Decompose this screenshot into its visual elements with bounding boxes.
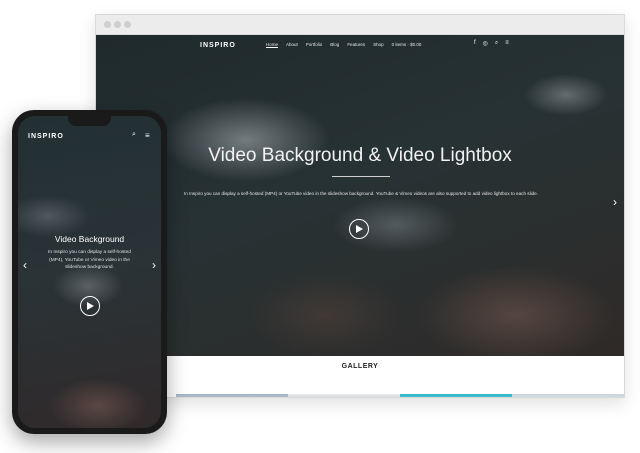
facebook-icon[interactable]: f — [474, 40, 476, 47]
mobile-hero-title: Video Background — [54, 234, 125, 244]
desktop-nav-links: Home About Portfolio Blog Features Shop … — [266, 42, 421, 48]
browser-titlebar — [96, 15, 624, 35]
nav-item-about[interactable]: About — [286, 42, 298, 48]
search-icon[interactable]: ⌕ — [495, 40, 498, 47]
window-maximize-dot[interactable] — [124, 21, 131, 28]
menu-icon[interactable]: ≡ — [505, 40, 509, 47]
chevron-left-icon[interactable]: ‹ — [23, 258, 27, 272]
desktop-nav-icons: f ◎ ⌕ ≡ — [474, 40, 509, 47]
instagram-icon[interactable]: ◎ — [483, 40, 488, 47]
desktop-hero: INSPIRO Home About Portfolio Blog Featur… — [96, 35, 624, 356]
mobile-brand-logo[interactable]: INSPIRO — [28, 133, 64, 140]
gallery-thumbnails — [176, 394, 624, 397]
nav-item-shop[interactable]: Shop — [373, 42, 384, 48]
nav-item-features[interactable]: Features — [347, 42, 365, 48]
gallery-thumb[interactable] — [512, 394, 624, 397]
hero-divider — [332, 176, 390, 177]
desktop-hero-title: Video Background & Video Lightbox — [208, 145, 512, 166]
desktop-hero-description: In Inspiro you can display a self-hosted… — [183, 191, 539, 196]
desktop-brand-logo[interactable]: INSPIRO — [200, 42, 236, 49]
desktop-browser-mockup: INSPIRO Home About Portfolio Blog Featur… — [95, 14, 625, 398]
nav-item-cart[interactable]: 0 items · $0.00 — [392, 42, 422, 48]
nav-item-blog[interactable]: Blog — [330, 42, 339, 48]
gallery-section: GALLERY — [96, 356, 624, 397]
nav-item-portfolio[interactable]: Portfolio — [306, 42, 323, 48]
search-icon[interactable]: ⌕ — [132, 131, 136, 139]
mobile-phone-mockup: INSPIRO ⌕ ≡ Video Background In Inspiro … — [12, 110, 167, 434]
phone-notch — [68, 116, 111, 126]
mobile-hero-description: In Inspiro you can display a self-hosted… — [48, 250, 131, 271]
chevron-right-icon[interactable]: › — [152, 258, 156, 272]
desktop-navbar: INSPIRO Home About Portfolio Blog Featur… — [96, 35, 624, 57]
gallery-thumb[interactable] — [288, 394, 400, 397]
nav-item-home[interactable]: Home — [266, 42, 279, 48]
mobile-screen: INSPIRO ⌕ ≡ Video Background In Inspiro … — [18, 116, 161, 428]
gallery-title: GALLERY — [341, 363, 379, 370]
gallery-thumb[interactable] — [400, 394, 512, 397]
window-close-dot[interactable] — [104, 21, 111, 28]
play-icon[interactable] — [80, 296, 100, 316]
window-minimize-dot[interactable] — [114, 21, 121, 28]
chevron-right-icon[interactable]: › — [613, 195, 617, 209]
play-icon[interactable] — [349, 219, 369, 239]
gallery-thumb[interactable] — [176, 394, 288, 397]
menu-icon[interactable]: ≡ — [145, 131, 150, 140]
